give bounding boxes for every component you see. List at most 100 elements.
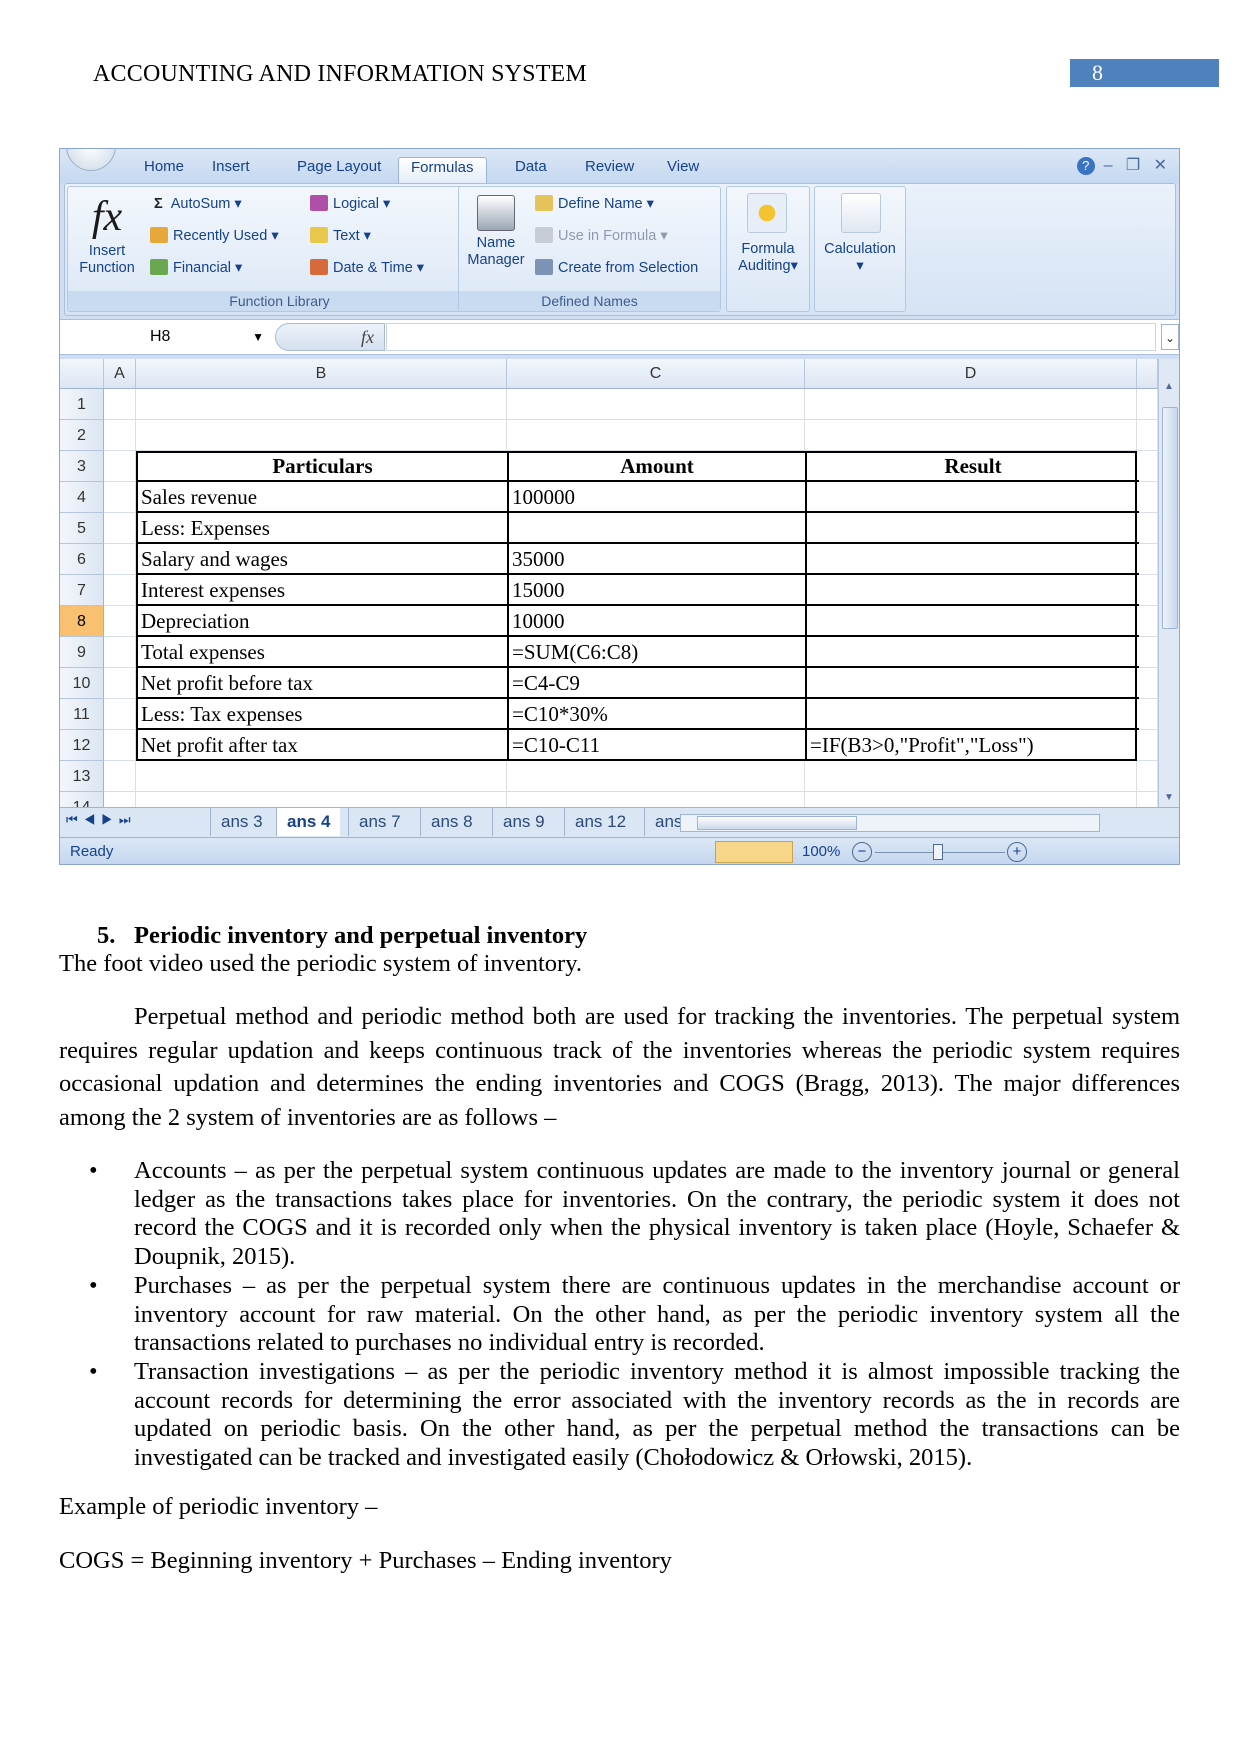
table-cell[interactable]: 10000	[509, 606, 807, 637]
sheet-tab-ans-7[interactable]: ans 7	[348, 808, 411, 836]
table-cell[interactable]	[807, 699, 1139, 730]
text-button[interactable]: Text ▾	[310, 227, 371, 245]
row-header-11[interactable]: 11	[60, 699, 104, 730]
row-header-6[interactable]: 6	[60, 544, 104, 575]
restore-icon[interactable]: ❐	[1121, 157, 1144, 174]
logical-button[interactable]: Logical ▾	[310, 195, 390, 213]
column-header-a[interactable]: A	[104, 359, 136, 389]
define-name-button[interactable]: Define Name ▾	[535, 195, 654, 213]
table-cell[interactable]	[807, 606, 1139, 637]
table-cell[interactable]: Sales revenue	[138, 482, 509, 513]
hscroll-thumb[interactable]	[697, 816, 857, 830]
tab-formulas[interactable]: Formulas	[398, 157, 487, 183]
window-controls[interactable]: ? – ❐ ✕	[1076, 155, 1167, 175]
name-box[interactable]: H8 ▼	[62, 323, 272, 351]
table-cell[interactable]	[807, 544, 1139, 575]
table-cell[interactable]: Depreciation	[138, 606, 509, 637]
row-header-12[interactable]: 12	[60, 730, 104, 761]
row-header-2[interactable]: 2	[60, 420, 104, 451]
calculation-button[interactable]: Calculation ▾	[814, 186, 906, 312]
zoom-in-icon[interactable]: +	[1007, 842, 1027, 862]
table-header-cell[interactable]: Result	[807, 451, 1139, 482]
view-buttons[interactable]	[715, 841, 793, 863]
tab-data[interactable]: Data	[503, 157, 559, 183]
horizontal-scrollbar[interactable]	[680, 814, 1100, 832]
clock-book-icon	[310, 259, 328, 275]
table-cell[interactable]	[807, 575, 1139, 606]
table-cell[interactable]: Total expenses	[138, 637, 509, 668]
table-cell[interactable]	[807, 637, 1139, 668]
create-from-selection-button[interactable]: Create from Selection	[535, 259, 698, 277]
table-cell[interactable]: Net profit before tax	[138, 668, 509, 699]
financial-button[interactable]: Financial ▾	[150, 259, 242, 277]
insert-function-button[interactable]: fx Insert Function	[72, 191, 142, 277]
dropdown-icon[interactable]: ▼	[252, 323, 264, 351]
worksheet-grid[interactable]: ABCD1234567891011121314ParticularsAmount…	[60, 359, 1160, 823]
row-header-7[interactable]: 7	[60, 575, 104, 606]
sheet-tab-ans-12[interactable]: ans 12	[564, 808, 636, 836]
table-cell[interactable]: 35000	[509, 544, 807, 575]
tab-review[interactable]: Review	[573, 157, 646, 183]
table-cell[interactable]: Interest expenses	[138, 575, 509, 606]
row-header-3[interactable]: 3	[60, 451, 104, 482]
minimize-icon[interactable]: –	[1099, 157, 1117, 174]
tab-view[interactable]: View	[655, 157, 711, 183]
table-cell[interactable]: Less: Tax expenses	[138, 699, 509, 730]
table-cell[interactable]: Salary and wages	[138, 544, 509, 575]
zoom-slider-thumb[interactable]	[933, 844, 943, 860]
formula-input[interactable]	[386, 323, 1156, 351]
row-header-9[interactable]: 9	[60, 637, 104, 668]
tab-insert[interactable]: Insert	[200, 157, 262, 183]
zoom-out-icon[interactable]: −	[852, 842, 872, 862]
vertical-scrollbar[interactable]: ▲ ▼	[1158, 359, 1179, 807]
formula-auditing-button[interactable]: Formula Auditing▾	[726, 186, 810, 312]
row-header-4[interactable]: 4	[60, 482, 104, 513]
bullet-text: Purchases – as per the perpetual system …	[134, 1271, 1180, 1357]
row-header-10[interactable]: 10	[60, 668, 104, 699]
table-cell[interactable]: 15000	[509, 575, 807, 606]
scroll-thumb[interactable]	[1162, 407, 1178, 629]
row-header-1[interactable]: 1	[60, 389, 104, 420]
scroll-up-icon[interactable]: ▲	[1164, 381, 1174, 392]
sheet-tab-ans-4[interactable]: ans 4	[276, 808, 341, 836]
table-header-cell[interactable]: Amount	[509, 451, 807, 482]
column-header-d[interactable]: D	[805, 359, 1137, 389]
row-header-13[interactable]: 13	[60, 761, 104, 792]
tab-home[interactable]: Home	[132, 157, 196, 183]
name-manager-button[interactable]: Name Manager	[461, 195, 531, 269]
table-cell[interactable]: Net profit after tax	[138, 730, 509, 761]
table-cell[interactable]: =C10-C11	[509, 730, 807, 761]
table-cell[interactable]	[807, 513, 1139, 544]
expand-formula-bar-icon[interactable]: ⌄	[1161, 324, 1179, 350]
text-book-icon	[310, 227, 328, 243]
close-icon[interactable]: ✕	[1149, 157, 1167, 174]
table-cell[interactable]: =C4-C9	[509, 668, 807, 699]
use-in-formula-button[interactable]: Use in Formula ▾	[535, 227, 668, 245]
recently-used-button[interactable]: Recently Used ▾	[150, 227, 279, 245]
date-time-button[interactable]: Date & Time ▾	[310, 259, 424, 277]
tab-page-layout[interactable]: Page Layout	[285, 157, 393, 183]
help-icon[interactable]: ?	[1076, 157, 1095, 175]
table-header-cell[interactable]: Particulars	[138, 451, 509, 482]
table-cell[interactable]	[509, 513, 807, 544]
sheet-tab-ans-8[interactable]: ans 8	[420, 808, 483, 836]
column-header-c[interactable]: C	[507, 359, 805, 389]
table-cell[interactable]: =SUM(C6:C8)	[509, 637, 807, 668]
table-cell[interactable]: =IF(B3>0,"Profit","Loss")	[807, 730, 1139, 761]
insert-function-fx-button[interactable]: fx	[275, 323, 385, 351]
table-cell[interactable]	[807, 482, 1139, 513]
table-cell[interactable]: =C10*30%	[509, 699, 807, 730]
gridline-cell	[1137, 761, 1158, 792]
table-cell[interactable]	[807, 668, 1139, 699]
autosum-button[interactable]: Σ AutoSum ▾	[154, 195, 242, 213]
scroll-down-icon[interactable]: ▼	[1164, 792, 1174, 803]
table-cell[interactable]: Less: Expenses	[138, 513, 509, 544]
column-header-b[interactable]: B	[136, 359, 507, 389]
row-header-5[interactable]: 5	[60, 513, 104, 544]
gridline-cell	[104, 606, 136, 637]
row-header-8[interactable]: 8	[60, 606, 104, 637]
table-cell[interactable]: 100000	[509, 482, 807, 513]
sheet-tab-ans-9[interactable]: ans 9	[492, 808, 555, 836]
sheet-nav-icons[interactable]: ⏮◀▶⏭	[66, 812, 137, 828]
sheet-tab-ans-3[interactable]: ans 3	[210, 808, 273, 836]
